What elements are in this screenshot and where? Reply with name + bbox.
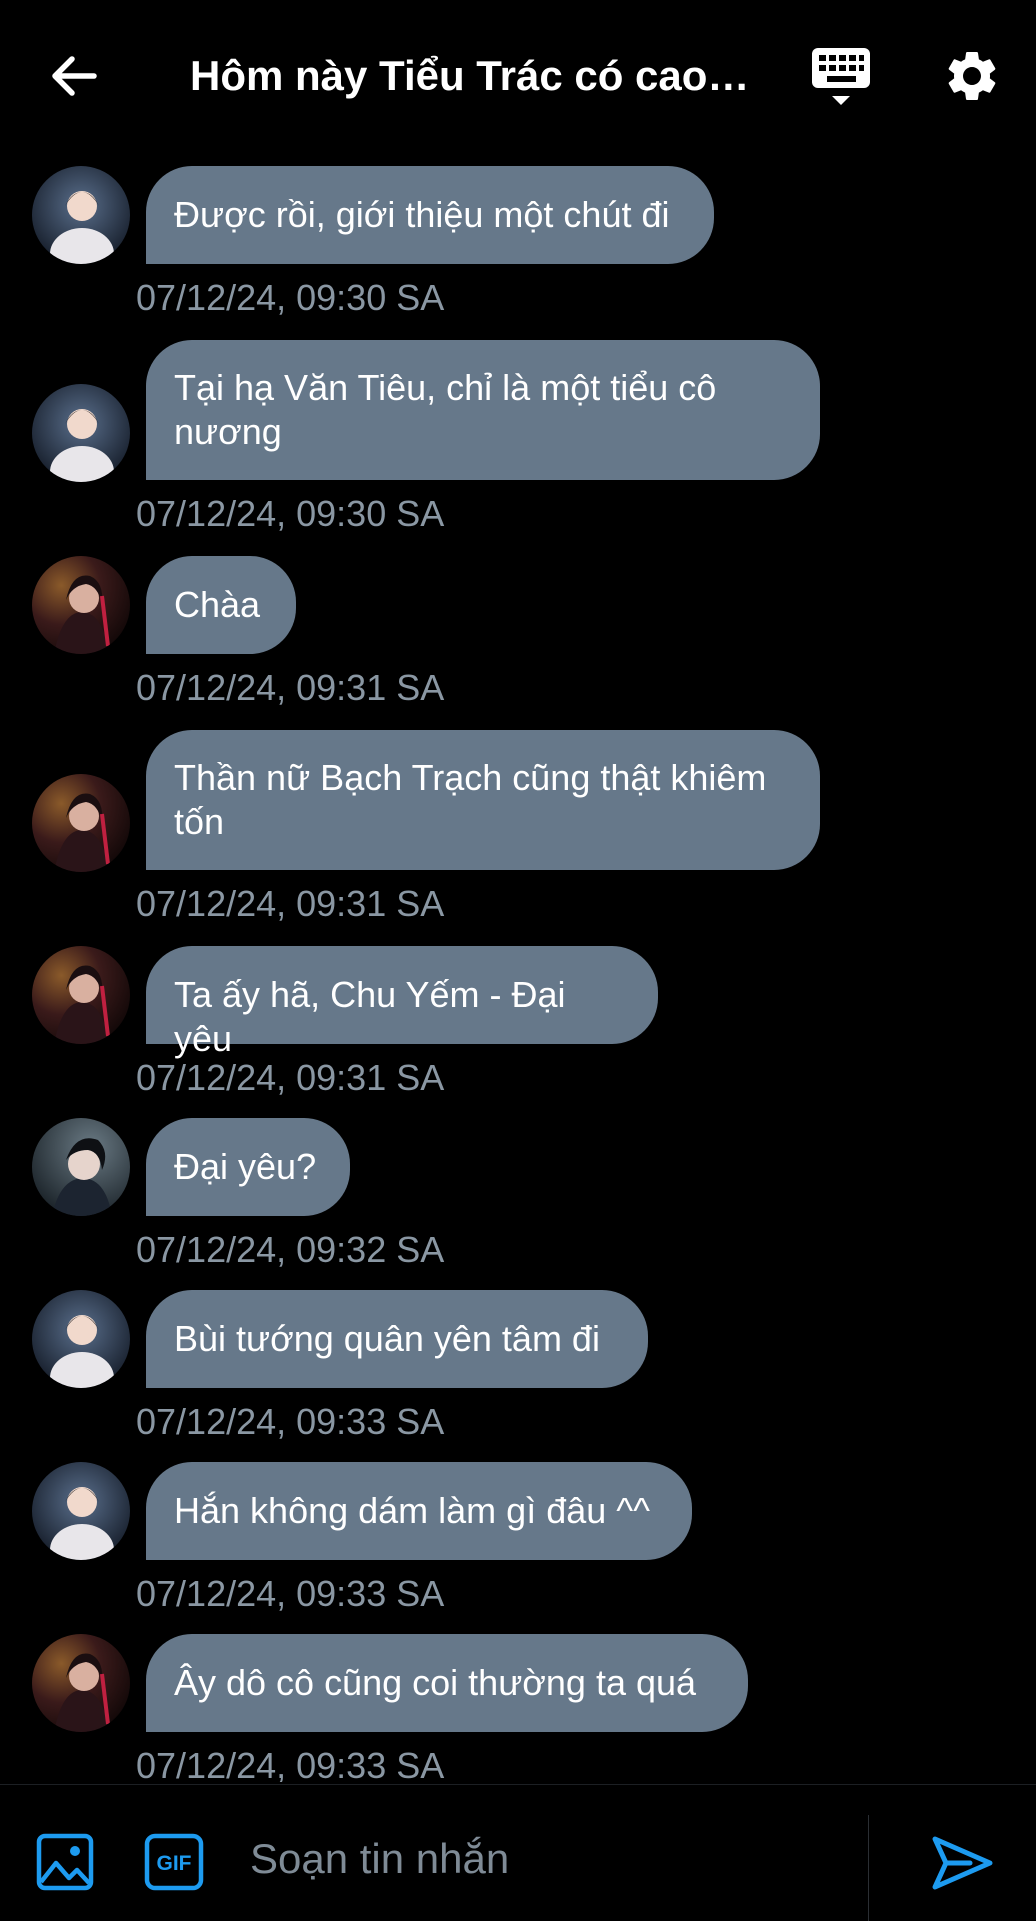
settings-button[interactable] xyxy=(942,46,1002,106)
send-icon xyxy=(932,1836,993,1890)
message-timestamp: 07/12/24, 09:31 SA xyxy=(136,667,445,708)
message-timestamp: 07/12/24, 09:31 SA xyxy=(136,883,445,924)
add-gif-button[interactable]: GIF xyxy=(144,1833,204,1891)
message-list[interactable]: Được rồi, giới thiệu một chút đi 07/12/2… xyxy=(0,150,1036,1782)
composer-divider xyxy=(868,1815,869,1921)
avatar[interactable] xyxy=(32,1462,130,1560)
back-button[interactable] xyxy=(44,46,104,106)
message-timestamp: 07/12/24, 09:31 SA xyxy=(136,1057,445,1098)
avatar[interactable] xyxy=(32,166,130,264)
chat-header: Hôm này Tiểu Trác có cao… xyxy=(0,0,1036,150)
message-bubble[interactable]: Chàa xyxy=(146,556,296,654)
message-composer: GIF xyxy=(0,1784,1036,1921)
keyboard-button[interactable] xyxy=(810,44,874,112)
avatar[interactable] xyxy=(32,1634,130,1732)
message-bubble[interactable]: Ta ấy hã, Chu Yếm - Đại yêu xyxy=(146,946,658,1059)
message-bubble[interactable]: Được rồi, giới thiệu một chút đi xyxy=(146,166,714,264)
message-timestamp: 07/12/24, 09:33 SA xyxy=(136,1573,445,1614)
gif-label: GIF xyxy=(157,1852,192,1875)
avatar[interactable] xyxy=(32,1118,130,1216)
message-bubble[interactable]: Đại yêu? xyxy=(146,1118,350,1216)
message-bubble[interactable]: Thần nữ Bạch Trạch cũng thật khiêm tốn xyxy=(146,730,820,870)
gear-icon xyxy=(948,51,996,100)
message-timestamp: 07/12/24, 09:32 SA xyxy=(136,1229,445,1270)
send-button[interactable] xyxy=(930,1833,994,1893)
message-timestamp: 07/12/24, 09:33 SA xyxy=(136,1401,445,1442)
avatar[interactable] xyxy=(32,1290,130,1388)
conversation-title: Hôm này Tiểu Trác có cao… xyxy=(190,52,750,99)
message-input[interactable] xyxy=(248,1823,852,1895)
keyboard-icon xyxy=(812,48,870,105)
message-bubble[interactable]: Hắn không dám làm gì đâu ^^ xyxy=(146,1462,692,1560)
add-image-button[interactable] xyxy=(36,1833,94,1891)
message-bubble[interactable]: Bùi tướng quân yên tâm đi xyxy=(146,1290,648,1388)
arrow-left-icon xyxy=(52,56,97,96)
message-timestamp: 07/12/24, 09:30 SA xyxy=(136,493,445,534)
avatar[interactable] xyxy=(32,384,130,482)
message-bubble[interactable]: Tại hạ Văn Tiêu, chỉ là một tiểu cô nươn… xyxy=(146,340,820,480)
gif-icon: GIF xyxy=(144,1833,204,1891)
avatar[interactable] xyxy=(32,946,130,1044)
avatar[interactable] xyxy=(32,774,130,872)
message-timestamp: 07/12/24, 09:33 SA xyxy=(136,1745,445,1782)
message-bubble[interactable]: Ây dô cô cũng coi thường ta quá xyxy=(146,1634,748,1732)
message-timestamp: 07/12/24, 09:30 SA xyxy=(136,277,445,318)
avatar[interactable] xyxy=(32,556,130,654)
image-icon xyxy=(36,1833,94,1891)
